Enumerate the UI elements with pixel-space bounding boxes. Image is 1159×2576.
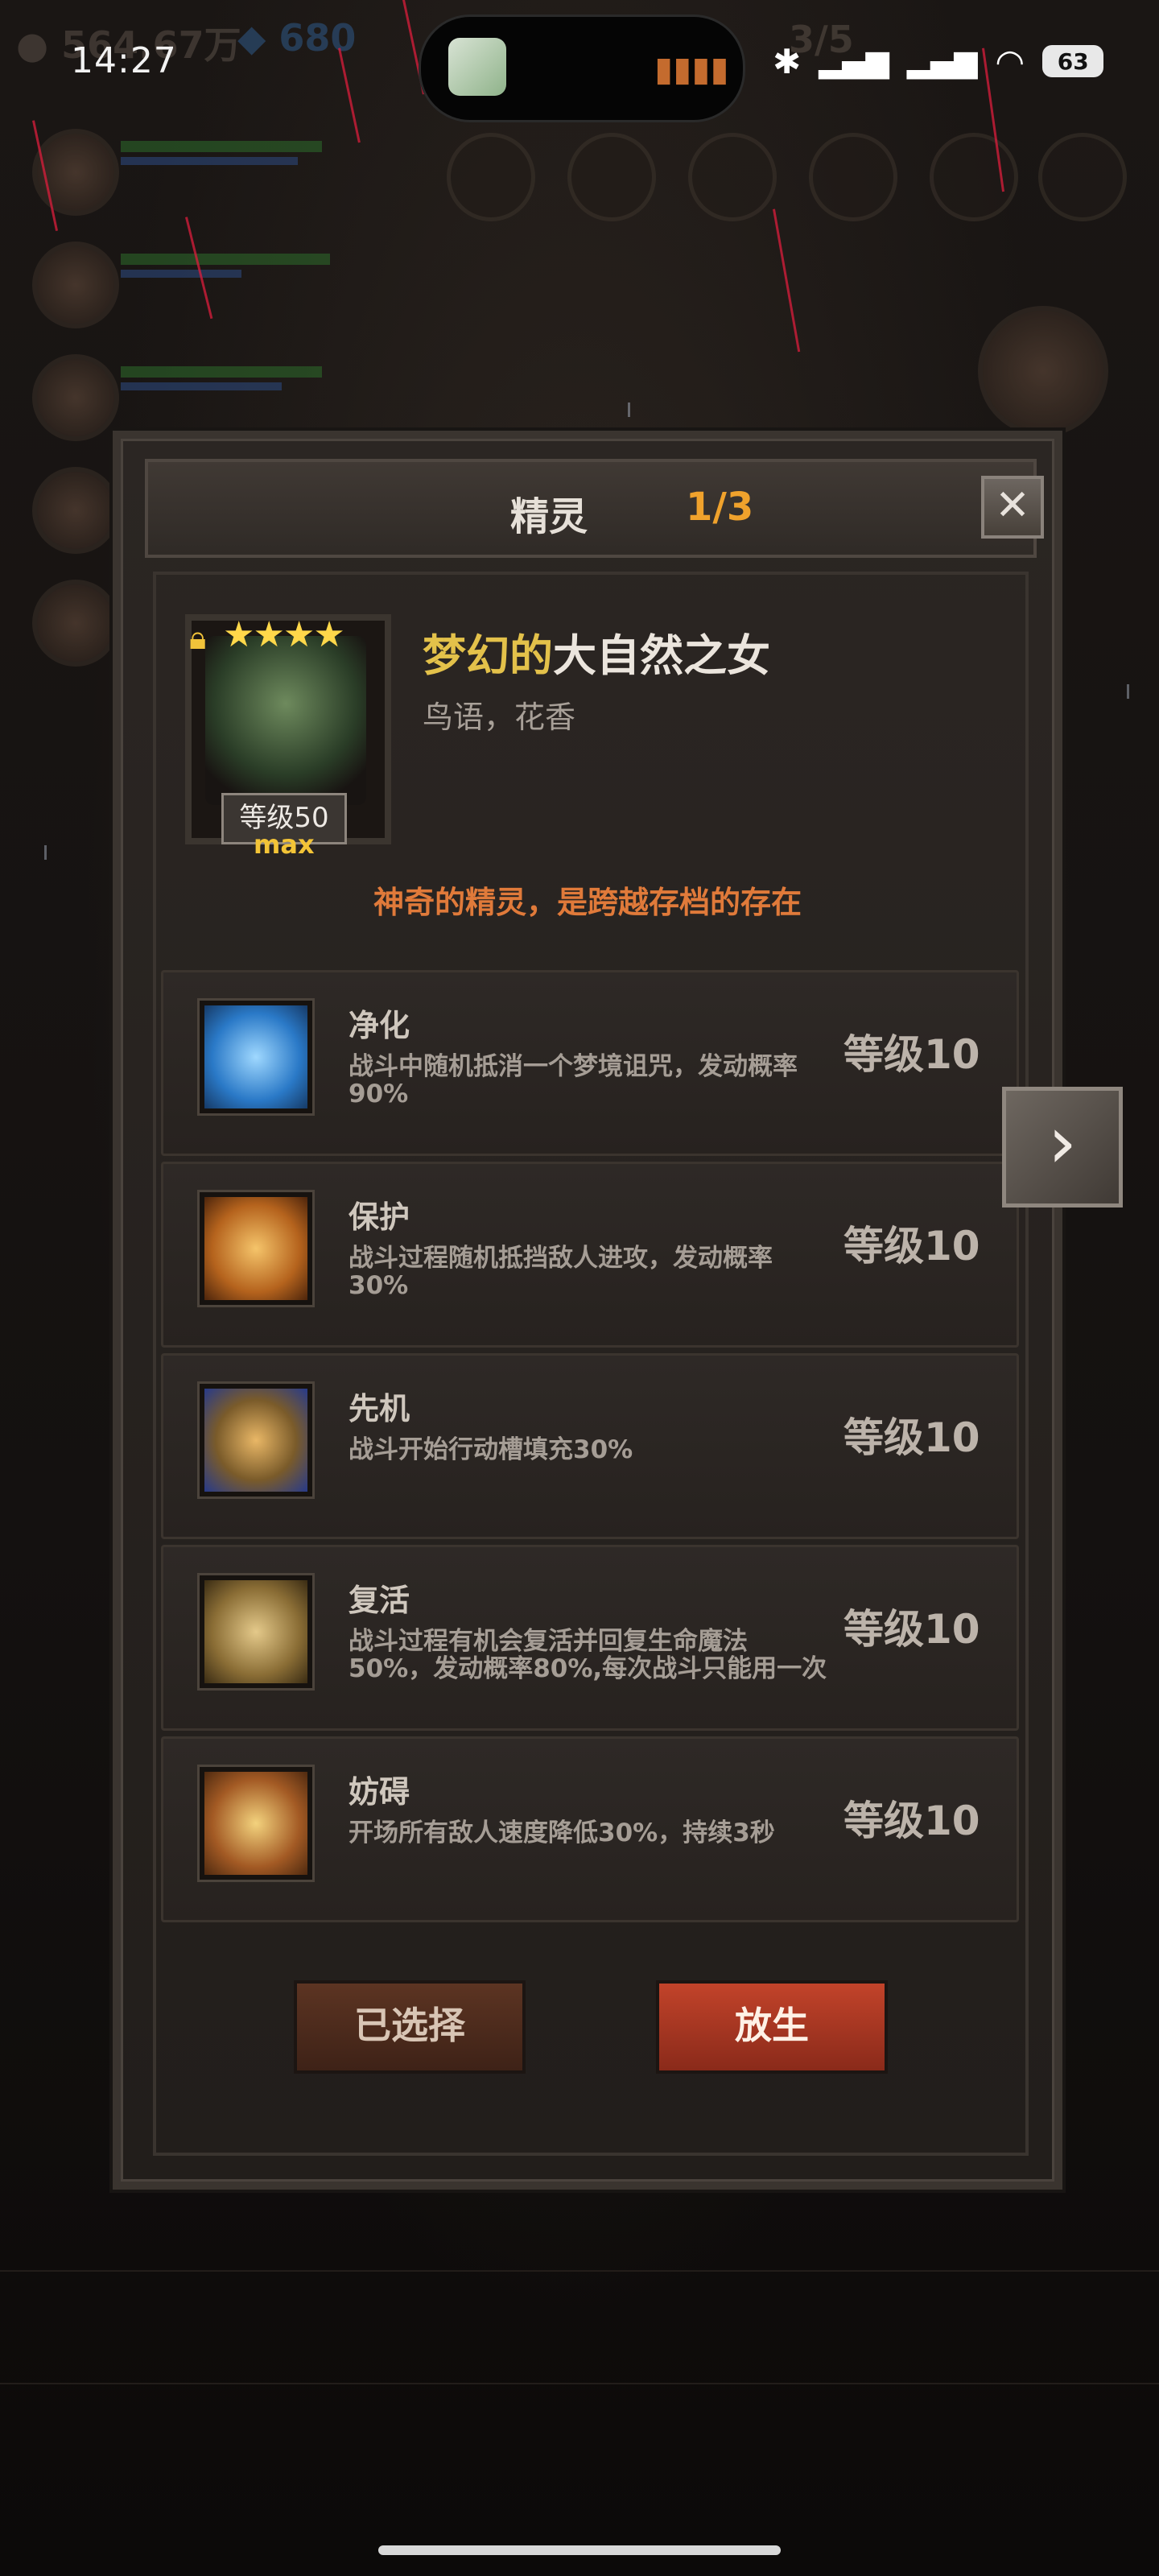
equipment-slot <box>447 133 535 221</box>
skill-description: 开场所有敌人速度降低30%，持续3秒 <box>349 1818 775 1847</box>
selected-button[interactable]: 已选择 <box>294 1980 526 2074</box>
skill-row[interactable]: 复活 战斗过程有机会复活并回复生命魔法50%，发动概率80%,每次战斗只能用一次… <box>161 1545 1019 1731</box>
dialog-title: 精灵 <box>510 494 588 539</box>
skill-level: 等级10 <box>843 1798 980 1844</box>
spirit-dialog: 精灵 1/3 ✕ 🔒︎ ★★★★ 等级50 max 梦幻的大自然之女 鸟语，花香… <box>113 431 1062 2190</box>
signal-icon: ▂▄▆ <box>906 43 978 79</box>
equipment-slot <box>809 133 897 221</box>
status-time: 14:27 <box>71 40 177 81</box>
ground-crack <box>0 2270 1159 2272</box>
skill-level: 等级10 <box>843 1414 980 1461</box>
revive-figure-icon <box>200 1575 312 1688</box>
skill-name: 保护 <box>349 1199 410 1235</box>
spirit-count: 1/3 <box>686 485 754 530</box>
system-icons: ✱ ▂▄▆ ▂▄▆ ◠ 63 <box>773 37 1104 85</box>
skill-level: 等级10 <box>843 1606 980 1653</box>
skill-level: 等级10 <box>843 1223 980 1269</box>
equipment-slot <box>930 133 1018 221</box>
skill-name: 复活 <box>349 1583 410 1618</box>
snowflake <box>628 402 630 417</box>
bluetooth-icon: ✱ <box>773 41 802 81</box>
skill-name: 先机 <box>349 1391 410 1426</box>
fairy-shield-icon <box>200 1192 312 1305</box>
snowflake <box>1127 684 1129 699</box>
release-button[interactable]: 放生 <box>656 1980 888 2074</box>
hp-bar <box>121 141 322 152</box>
spirit-motto: 神奇的精灵，是跨越存档的存在 <box>373 885 802 920</box>
party-portrait-4 <box>32 467 119 554</box>
skill-description: 战斗过程随机抵挡敌人进攻，发动概率30% <box>349 1244 773 1300</box>
party-portrait-5 <box>32 580 119 667</box>
boss-portrait <box>978 306 1108 436</box>
spirit-name: 梦幻的大自然之女 <box>423 620 770 683</box>
skill-name: 妨碍 <box>349 1774 410 1810</box>
skill-description: 战斗过程有机会复活并回复生命魔法50%，发动概率80%,每次战斗只能用一次 <box>349 1627 827 1683</box>
skill-level: 等级10 <box>843 1031 980 1078</box>
skill-description: 战斗开始行动槽填充30% <box>349 1435 633 1464</box>
battery-icon: 63 <box>1042 45 1104 77</box>
mp-bar <box>121 270 241 278</box>
skill-row[interactable]: 净化 战斗中随机抵消一个梦境诅咒，发动概率90% 等级10 <box>161 970 1019 1156</box>
skill-name: 净化 <box>349 1008 410 1043</box>
equipment-slot <box>567 133 656 221</box>
hp-bar <box>121 254 330 265</box>
status-bar: 14:27 ▮▮▮▮ ✱ ▂▄▆ ▂▄▆ ◠ 63 <box>0 0 1159 137</box>
app-thumbnail-icon <box>448 38 506 96</box>
lock-icon[interactable]: 🔒︎ <box>189 620 206 657</box>
ground-crack <box>0 2383 1159 2384</box>
spirit-name-main: 大自然之女 <box>553 630 770 681</box>
equipment-slot <box>688 133 777 221</box>
skill-row[interactable]: 保护 战斗过程随机抵挡敌人进攻，发动概率30% 等级10 <box>161 1162 1019 1348</box>
party-portrait-3 <box>32 354 119 441</box>
equipment-slot <box>1038 133 1127 221</box>
max-badge: max <box>254 829 315 860</box>
skill-row[interactable]: 妨碍 开场所有敌人速度降低30%，持续3秒 等级10 <box>161 1736 1019 1922</box>
spirit-traits: 鸟语，花香 <box>423 700 576 735</box>
dynamic-island: ▮▮▮▮ <box>419 14 745 122</box>
hp-bar <box>121 366 322 378</box>
next-spirit-button[interactable]: › <box>1002 1087 1123 1208</box>
party-portrait-2 <box>32 242 119 328</box>
home-indicator[interactable] <box>378 2545 781 2555</box>
signal-icon: ▂▄▆ <box>819 43 889 79</box>
skill-row[interactable]: 先机 战斗开始行动槽填充30% 等级10 <box>161 1353 1019 1539</box>
spirit-name-prefix: 梦幻的 <box>423 630 553 681</box>
snowflake <box>44 845 47 860</box>
spirit-portrait <box>205 636 366 805</box>
audio-wave-icon: ▮▮▮▮ <box>654 49 729 89</box>
star-rating: ★★★★ <box>223 614 345 655</box>
blue-flower-icon <box>200 1001 312 1113</box>
skill-description: 战斗中随机抵消一个梦境诅咒，发动概率90% <box>349 1052 798 1108</box>
chained-boot-icon <box>200 1767 312 1880</box>
mp-bar <box>121 382 282 390</box>
leopard-icon <box>200 1384 312 1496</box>
mp-bar <box>121 157 298 165</box>
wifi-icon: ◠ <box>995 41 1025 81</box>
close-button[interactable]: ✕ <box>981 476 1044 539</box>
dialog-titlebar: 精灵 1/3 ✕ <box>145 459 1044 558</box>
